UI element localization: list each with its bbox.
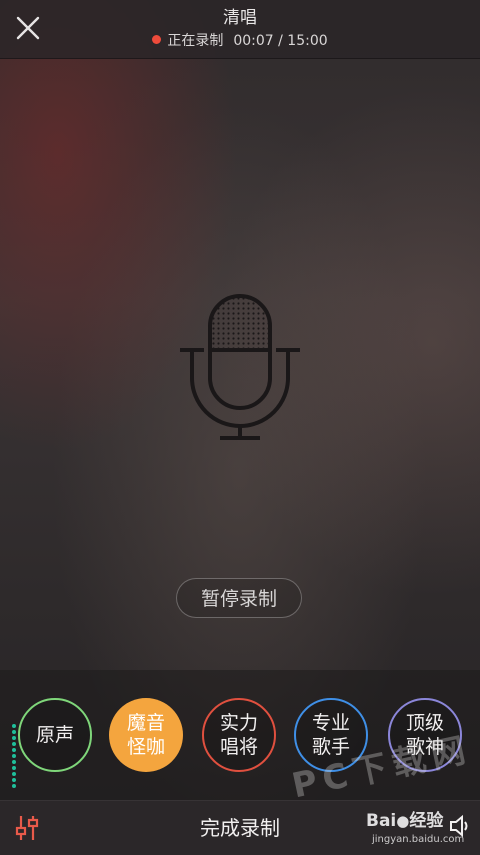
pause-recording-button[interactable]: 暂停录制 <box>176 578 302 618</box>
baidu-paw-icon: ● <box>396 812 410 830</box>
effect-label: 实力 唱将 <box>219 712 258 758</box>
recording-time: 00:07 / 15:00 <box>233 33 328 49</box>
effect-label: 专业 歌手 <box>311 712 350 758</box>
speaker-icon[interactable] <box>448 812 472 840</box>
effect-label: 原声 <box>35 724 74 746</box>
bottom-bar: 完成录制 Bai●经验 <box>0 800 480 855</box>
recording-status-text: 正在录制 <box>167 33 224 49</box>
effect-original-button[interactable]: 原声 <box>18 698 92 772</box>
recording-screen: 清唱 正在录制 00:07 / 15:00 暂停录制 原声 魔音 怪咖 实力 唱… <box>0 0 480 855</box>
effect-magic-button[interactable]: 魔音 怪咖 <box>109 698 183 772</box>
recording-dot-icon <box>152 35 162 44</box>
effect-power-singer-button[interactable]: 实力 唱将 <box>202 698 276 772</box>
baidu-brand: Bai <box>366 811 397 831</box>
effect-label: 顶级 歌神 <box>405 712 444 758</box>
effect-pro-singer-button[interactable]: 专业 歌手 <box>294 698 368 772</box>
recording-status: 正在录制 00:07 / 15:00 <box>0 32 480 50</box>
baidu-tail: 经验 <box>409 811 444 831</box>
microphone-icon <box>176 286 304 446</box>
top-bar: 清唱 正在录制 00:07 / 15:00 <box>0 0 480 59</box>
page-title: 清唱 <box>223 8 257 28</box>
baidu-logo: Bai●经验 <box>366 811 443 831</box>
effect-top-singer-button[interactable]: 顶级 歌神 <box>388 698 462 772</box>
level-meter <box>12 724 17 794</box>
effect-label: 魔音 怪咖 <box>126 712 165 758</box>
finish-recording-button[interactable]: 完成录制 <box>180 813 300 843</box>
mixer-icon[interactable] <box>12 813 42 843</box>
